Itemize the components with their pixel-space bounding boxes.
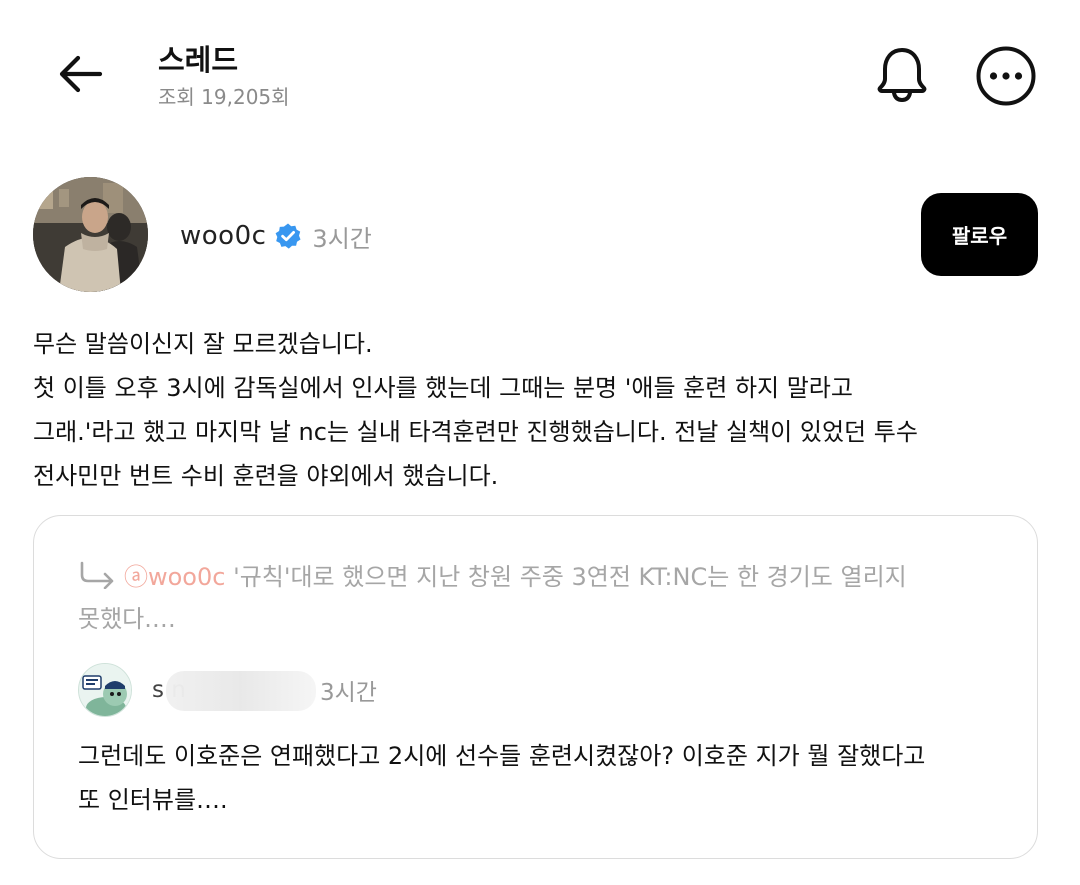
mascot-avatar-icon [79, 664, 131, 716]
quoted-post-card[interactable]: ⓐwoo0c '규칙'대로 했으면 지난 창원 주중 3연전 KT:NC는 한 … [33, 515, 1038, 859]
reply-mention[interactable]: ⓐwoo0c [124, 563, 225, 591]
header-title-group: 스레드 조회 19,205회 [158, 42, 290, 109]
bell-icon [877, 48, 927, 103]
quoted-text-line: 또 인터뷰를…. [78, 786, 228, 814]
post-text: 무슨 말씀이신지 잘 모르겠습니다. 첫 이틀 오후 3시에 감독실에서 인사를… [33, 322, 1043, 498]
more-horizontal-icon [976, 46, 1036, 106]
post-text-line: 전사민만 번트 수비 훈련을 야외에서 했습니다. [33, 462, 499, 490]
top-bar: 스레드 조회 19,205회 [0, 0, 1080, 140]
quoted-author-username[interactable]: s n [152, 671, 316, 711]
verified-badge-icon [274, 222, 302, 250]
reply-arrow-icon [80, 561, 114, 589]
reply-reference[interactable]: ⓐwoo0c '규칙'대로 했으면 지난 창원 주중 3연전 KT:NC는 한 … [78, 556, 1008, 640]
redaction-blur [166, 671, 316, 711]
avatar-photo [33, 177, 148, 292]
quoted-post-text: 그런데도 이호준은 연패했다고 2시에 선수들 훈련시켰잖아? 이호준 지가 뭘… [78, 734, 1018, 822]
follow-button[interactable]: 팔로우 [921, 193, 1038, 276]
post-text-line: 첫 이틀 오후 3시에 감독실에서 인사를 했는데 그때는 분명 '애들 훈련 … [33, 374, 853, 402]
author-username[interactable]: woo0c [180, 221, 266, 251]
reply-reference-line-2: 못했다.… [78, 605, 176, 633]
more-options-button[interactable] [974, 44, 1038, 108]
author-avatar[interactable] [33, 177, 148, 292]
page-title: 스레드 [158, 43, 239, 77]
view-count: 조회 19,205회 [158, 85, 290, 109]
quoted-text-line: 그런데도 이호준은 연패했다고 2시에 선수들 훈련시켰잖아? 이호준 지가 뭘… [78, 742, 926, 770]
quoted-author-avatar[interactable] [78, 663, 132, 717]
back-button[interactable] [52, 50, 108, 98]
reply-reference-line: ⓐwoo0c '규칙'대로 했으면 지난 창원 주중 3연전 KT:NC는 한 … [78, 556, 1008, 598]
quoted-author-row: s n 3시간 [152, 671, 377, 711]
reply-reference-text: '규칙'대로 했으면 지난 창원 주중 3연전 KT:NC는 한 경기도 열리지 [225, 563, 907, 591]
quoted-post-timestamp: 3시간 [320, 680, 377, 706]
arrow-left-icon [59, 55, 103, 93]
notifications-button[interactable] [872, 44, 932, 104]
author-row: woo0c 3시간 [180, 216, 372, 256]
post-timestamp: 3시간 [312, 224, 372, 253]
post-text-line: 그래.'라고 했고 마지막 날 nc는 실내 타격훈련만 진행했습니다. 전날 … [33, 418, 918, 446]
post-text-line: 무슨 말씀이신지 잘 모르겠습니다. [33, 330, 373, 358]
